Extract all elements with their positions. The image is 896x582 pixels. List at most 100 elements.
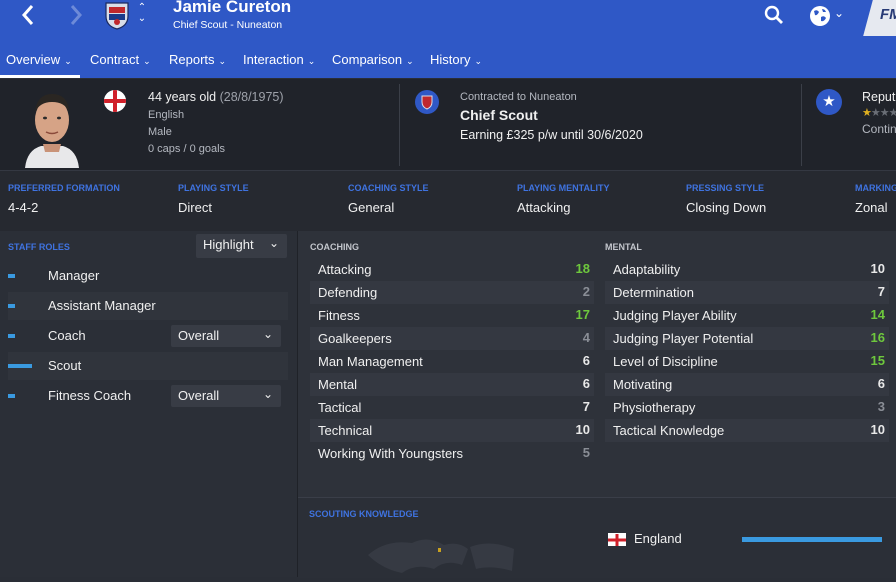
chevron-down-icon: ⌄: [262, 327, 273, 341]
divider: [399, 84, 400, 166]
attribute-row[interactable]: Determination 7: [605, 281, 889, 304]
forward-arrow-icon: [70, 5, 83, 25]
tab-reports[interactable]: Reports ⌄: [169, 52, 226, 67]
attribute-row[interactable]: Motivating 6: [605, 373, 889, 396]
chevron-down-icon: ⌄: [474, 56, 482, 66]
tab-label: Contract: [90, 52, 140, 67]
attribute-row[interactable]: Technical 10: [310, 419, 594, 442]
attribute-row[interactable]: Defending 2: [310, 281, 594, 304]
contract-role: Chief Scout: [460, 107, 538, 123]
globe-icon[interactable]: [808, 4, 832, 28]
staff-role-row[interactable]: Coach Overall ⌄: [8, 322, 288, 350]
staff-subtitle: Chief Scout - Nuneaton: [173, 19, 283, 31]
tab-label: Reports: [169, 52, 215, 67]
attribute-value: 14: [870, 307, 885, 322]
attribute-name: Adaptability: [613, 262, 681, 277]
role-name: Scout: [48, 358, 82, 373]
tab-contract[interactable]: Contract ⌄: [90, 52, 151, 67]
pref-value: Closing Down: [686, 200, 767, 215]
staff-role-row[interactable]: Manager: [8, 262, 288, 290]
pref-label: MARKING: [855, 183, 896, 193]
attribute-row[interactable]: Tactical 7: [310, 396, 594, 419]
attribute-value: 6: [877, 376, 885, 391]
pref-value: Direct: [178, 200, 212, 215]
chevron-down-icon[interactable]: ⌄: [834, 6, 844, 20]
attribute-name: Determination: [613, 285, 694, 300]
attribute-value: 7: [877, 284, 885, 299]
chevron-down-icon: ⌄: [64, 56, 72, 66]
fitness-coach-role-dropdown[interactable]: Overall ⌄: [171, 385, 281, 407]
tab-overview[interactable]: Overview ⌄: [6, 52, 72, 67]
attribute-name: Motivating: [613, 377, 673, 392]
attribute-name: Level of Discipline: [613, 354, 718, 369]
tab-interaction[interactable]: Interaction ⌄: [243, 52, 315, 67]
attribute-row[interactable]: Attacking 18: [310, 258, 594, 281]
role-suitability-bar: [8, 364, 32, 368]
staff-role-row[interactable]: Scout: [8, 352, 288, 380]
attribute-row[interactable]: Physiotherapy 3: [605, 396, 889, 419]
attribute-value: 17: [575, 307, 590, 322]
attribute-value: 4: [582, 330, 590, 345]
reputation-sub: Contin: [862, 122, 896, 136]
attribute-row[interactable]: Adaptability 10: [605, 258, 889, 281]
contract-earning: Earning £325 p/w until 30/6/2020: [460, 128, 643, 142]
highlight-dropdown-value: Highlight: [203, 237, 254, 252]
attribute-value: 5: [582, 445, 590, 460]
chevron-down-icon[interactable]: ⌄: [136, 13, 148, 24]
reputation-label: Reput: [862, 90, 896, 104]
chevron-down-icon: ⌄: [262, 387, 273, 401]
attribute-row[interactable]: Fitness 17: [310, 304, 594, 327]
attribute-name: Working With Youngsters: [318, 446, 463, 461]
attribute-value: 18: [575, 261, 590, 276]
role-suitability-bar: [8, 394, 15, 398]
attribute-name: Judging Player Potential: [613, 331, 754, 346]
date-of-birth: (28/8/1975): [219, 90, 284, 104]
attribute-name: Physiotherapy: [613, 400, 696, 415]
scouting-knowledge-label: SCOUTING KNOWLEDGE: [309, 509, 419, 519]
contract-label: Contracted to Nuneaton: [460, 91, 577, 103]
age-value: 44 years old: [148, 90, 217, 104]
attribute-row[interactable]: Tactical Knowledge 10: [605, 419, 889, 442]
coaching-section-label: COACHING: [310, 242, 359, 252]
player-switch-arrows[interactable]: ⌃ ⌄: [136, 2, 148, 26]
pref-label: PREFERRED FORMATION: [8, 183, 120, 193]
attribute-value: 7: [582, 399, 590, 414]
forward-button[interactable]: [66, 2, 86, 32]
pref-value: Attacking: [517, 200, 571, 215]
tab-comparison[interactable]: Comparison ⌄: [332, 52, 414, 67]
world-map: [366, 525, 516, 577]
coach-role-dropdown[interactable]: Overall ⌄: [171, 325, 281, 347]
fm-logo: FM: [880, 6, 896, 23]
tab-label: Comparison: [332, 52, 403, 67]
role-suitability-bar: [8, 304, 15, 308]
search-icon[interactable]: [764, 5, 784, 25]
attribute-row[interactable]: Man Management 6: [310, 350, 594, 373]
club-crest-icon[interactable]: [102, 0, 132, 30]
attribute-row[interactable]: Judging Player Potential 16: [605, 327, 889, 350]
staff-role-row[interactable]: Assistant Manager: [8, 292, 288, 320]
attribute-name: Attacking: [318, 262, 372, 277]
attribute-row[interactable]: Goalkeepers 4: [310, 327, 594, 350]
attribute-row[interactable]: Working With Youngsters 5: [310, 442, 594, 465]
mental-section-label: MENTAL: [605, 242, 642, 252]
chevron-down-icon: ⌄: [268, 236, 279, 250]
highlight-dropdown[interactable]: Highlight ⌄: [196, 234, 287, 258]
attribute-row[interactable]: Judging Player Ability 14: [605, 304, 889, 327]
role-name: Assistant Manager: [48, 298, 156, 313]
role-name: Fitness Coach: [48, 388, 132, 403]
chevron-up-icon[interactable]: ⌃: [136, 2, 148, 13]
attribute-row[interactable]: Mental 6: [310, 373, 594, 396]
staff-role-row[interactable]: Fitness Coach Overall ⌄: [8, 382, 288, 410]
tab-label: History: [430, 52, 471, 67]
back-arrow-icon: [21, 5, 34, 25]
attribute-name: Mental: [318, 377, 358, 392]
back-button[interactable]: [18, 2, 38, 32]
england-flag-icon: [608, 533, 626, 546]
pref-label: COACHING STYLE: [348, 183, 429, 193]
attribute-value: 10: [575, 422, 590, 437]
pref-value: 4-4-2: [8, 200, 39, 215]
tab-history[interactable]: History ⌄: [430, 52, 482, 67]
pref-label: PLAYING MENTALITY: [517, 183, 610, 193]
attribute-row[interactable]: Level of Discipline 15: [605, 350, 889, 373]
chevron-down-icon: ⌄: [143, 56, 151, 66]
